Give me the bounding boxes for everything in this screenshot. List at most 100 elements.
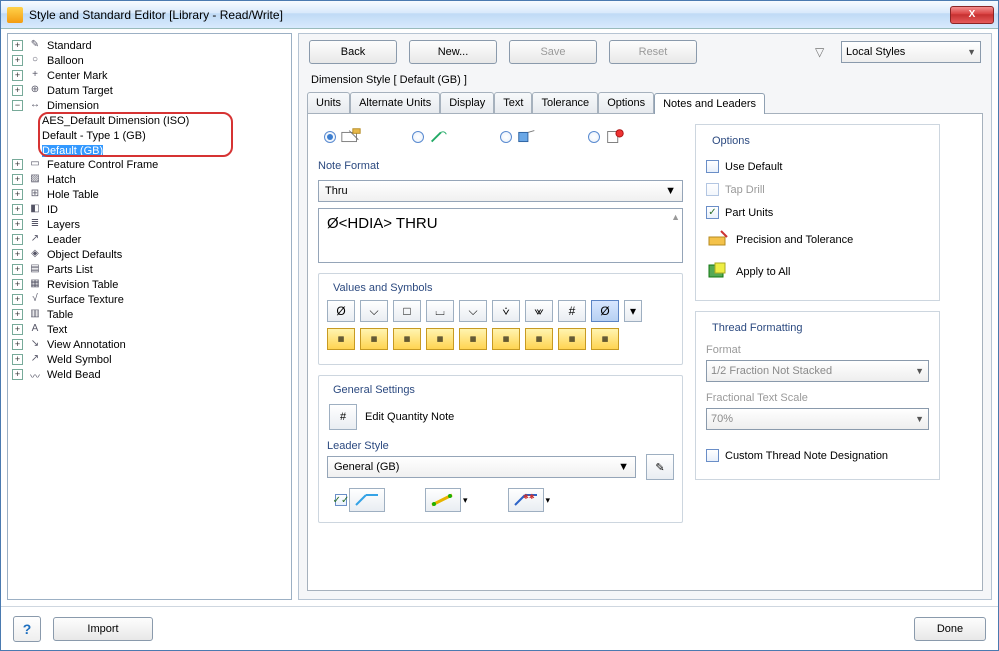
sym-y2[interactable]: ▦ [360, 328, 388, 350]
sym-y5[interactable]: ▦ [459, 328, 487, 350]
opt-part-units[interactable]: Part Units [706, 201, 929, 224]
scroll-up-icon[interactable]: ▲ [671, 212, 680, 222]
tab-alt-units[interactable]: Alternate Units [350, 92, 440, 113]
leader-single-icon [349, 488, 385, 512]
sym-sface[interactable]: ⩖ [525, 300, 553, 322]
note-format-combo[interactable]: Thru ▼ [318, 180, 683, 202]
tab-units[interactable]: Units [307, 92, 350, 113]
pencil-icon: ✎ [655, 461, 664, 474]
note-format-body: Ø<HDIA> THRU [327, 215, 438, 232]
import-button[interactable]: Import [53, 617, 153, 641]
tree-item-leader[interactable]: +↗Leader [10, 232, 289, 247]
note-format-editor[interactable]: Ø<HDIA> THRU ▲ [318, 208, 683, 263]
tree-item-center-mark[interactable]: ++Center Mark [10, 68, 289, 83]
symbol-row-1: Ø ⌵ □ ⌴ ⌵ ⩒ ⩖ # Ø ▾ [327, 300, 674, 322]
thread-note-icon [428, 128, 450, 146]
tab-text[interactable]: Text [494, 92, 532, 113]
tree-item-layers[interactable]: +≣Layers [10, 217, 289, 232]
editor-pane: Back New... Save Reset ▽ Local Styles ▼ … [298, 33, 992, 600]
opt-use-default[interactable]: Use Default [706, 155, 929, 178]
opt-custom-thread[interactable]: Custom Thread Note Designation [706, 444, 929, 467]
sym-y3[interactable]: ▦ [393, 328, 421, 350]
tree-item-obj-defaults[interactable]: +◈Object Defaults [10, 247, 289, 262]
chevron-down-icon: ▼ [618, 461, 629, 473]
style-heading: Dimension Style [ Default (GB) ] [299, 70, 991, 92]
leader-style-value: General (GB) [334, 461, 399, 473]
tab-notes-leaders[interactable]: Notes and Leaders [654, 93, 765, 114]
sym-y4[interactable]: ▦ [426, 328, 454, 350]
sym-cdrill[interactable]: ⩒ [492, 300, 520, 322]
thread-format-value: 1/2 Fraction Not Stacked [711, 365, 832, 377]
tree-item-weld-symbol[interactable]: +↗Weld Symbol [10, 352, 289, 367]
sym-more[interactable]: ▾ [624, 300, 642, 322]
notes-leaders-page: Note Format Thru ▼ Ø<HDIA> THRU ▲ Values… [307, 113, 983, 591]
leader-style-edit-button[interactable]: ✎ [646, 454, 674, 480]
thread-label: Thread Formatting [708, 322, 806, 334]
sym-y1[interactable]: ▦ [327, 328, 355, 350]
thread-group: Thread Formatting Format 1/2 Fraction No… [695, 311, 940, 480]
sym-diameter[interactable]: Ø [327, 300, 355, 322]
sym-hash[interactable]: # [558, 300, 586, 322]
tree-item-text[interactable]: +AText [10, 322, 289, 337]
tree-item-revision-table[interactable]: +▦Revision Table [10, 277, 289, 292]
tree-item-dim-gb[interactable]: Default (GB) [10, 143, 289, 158]
radio-hole-note[interactable] [324, 128, 362, 146]
values-symbols-label: Values and Symbols [329, 282, 436, 294]
leader-opt-2[interactable]: ▾ [425, 488, 468, 512]
sym-y8[interactable]: ▦ [558, 328, 586, 350]
opt-precision[interactable]: Precision and Tolerance [706, 224, 929, 256]
opt-apply-all[interactable]: Apply to All [706, 256, 929, 288]
tree-item-id[interactable]: +◧ID [10, 202, 289, 217]
sym-y6[interactable]: ▦ [492, 328, 520, 350]
tab-strip: Units Alternate Units Display Text Toler… [299, 92, 991, 113]
tree-item-fcf[interactable]: +▭Feature Control Frame [10, 157, 289, 172]
done-button[interactable]: Done [914, 617, 986, 641]
edit-quantity-button[interactable]: # [329, 404, 357, 430]
save-button[interactable]: Save [509, 40, 597, 64]
sym-csink[interactable]: ⌵ [459, 300, 487, 322]
leader-opt-3[interactable]: ✱✱▾ [508, 488, 551, 512]
sym-selected-diameter[interactable]: Ø [591, 300, 619, 322]
opt-tap-drill: Tap Drill [706, 178, 929, 201]
sym-square[interactable]: □ [393, 300, 421, 322]
reset-button[interactable]: Reset [609, 40, 697, 64]
tree-item-dim-type1[interactable]: Default - Type 1 (GB) [10, 128, 289, 143]
thread-scale-value: 70% [711, 413, 733, 425]
radio-thread-note[interactable] [412, 128, 450, 146]
tree-item-standard[interactable]: +✎Standard [10, 38, 289, 53]
sym-cbore[interactable]: ⌴ [426, 300, 454, 322]
radio-punch-note[interactable] [588, 128, 626, 146]
tree-item-dim-aes[interactable]: AES_Default Dimension (ISO) [10, 113, 289, 128]
tab-options[interactable]: Options [598, 92, 654, 113]
style-tree[interactable]: +✎Standard +○Balloon ++Center Mark +⊕Dat… [7, 33, 292, 600]
leader-opt-1[interactable]: ✓ [335, 488, 385, 512]
filter-combo[interactable]: Local Styles ▼ [841, 41, 981, 63]
hash-pencil-icon: # [340, 411, 346, 423]
tree-item-parts-list[interactable]: +▤Parts List [10, 262, 289, 277]
tree-item-surface-texture[interactable]: +√Surface Texture [10, 292, 289, 307]
tree-item-datum-target[interactable]: +⊕Datum Target [10, 83, 289, 98]
new-button[interactable]: New... [409, 40, 497, 64]
tab-tolerance[interactable]: Tolerance [532, 92, 598, 113]
tree-item-table[interactable]: +▥Table [10, 307, 289, 322]
tab-display[interactable]: Display [440, 92, 494, 113]
tree-item-dimension[interactable]: −↔Dimension [10, 98, 289, 113]
chamfer-note-icon [516, 128, 538, 146]
leader-style-combo[interactable]: General (GB) ▼ [327, 456, 636, 478]
tree-item-view-annotation[interactable]: +↘View Annotation [10, 337, 289, 352]
tree-item-balloon[interactable]: +○Balloon [10, 53, 289, 68]
sym-y7[interactable]: ▦ [525, 328, 553, 350]
tree-item-hatch[interactable]: +▨Hatch [10, 172, 289, 187]
sym-depth[interactable]: ⌵ [360, 300, 388, 322]
svg-text:✱✱: ✱✱ [523, 493, 535, 501]
close-button[interactable]: X [950, 6, 994, 24]
back-button[interactable]: Back [309, 40, 397, 64]
sym-y9[interactable]: ▦ [591, 328, 619, 350]
radio-chamfer-note[interactable] [500, 128, 538, 146]
tree-item-hole-table[interactable]: +⊞Hole Table [10, 187, 289, 202]
leader-multi-icon: ✱✱ [508, 488, 544, 512]
thread-scale-combo: 70% ▼ [706, 408, 929, 430]
tree-item-weld-bead[interactable]: +〰Weld Bead [10, 367, 289, 382]
note-type-radios [318, 124, 683, 152]
help-button[interactable]: ? [13, 616, 41, 642]
